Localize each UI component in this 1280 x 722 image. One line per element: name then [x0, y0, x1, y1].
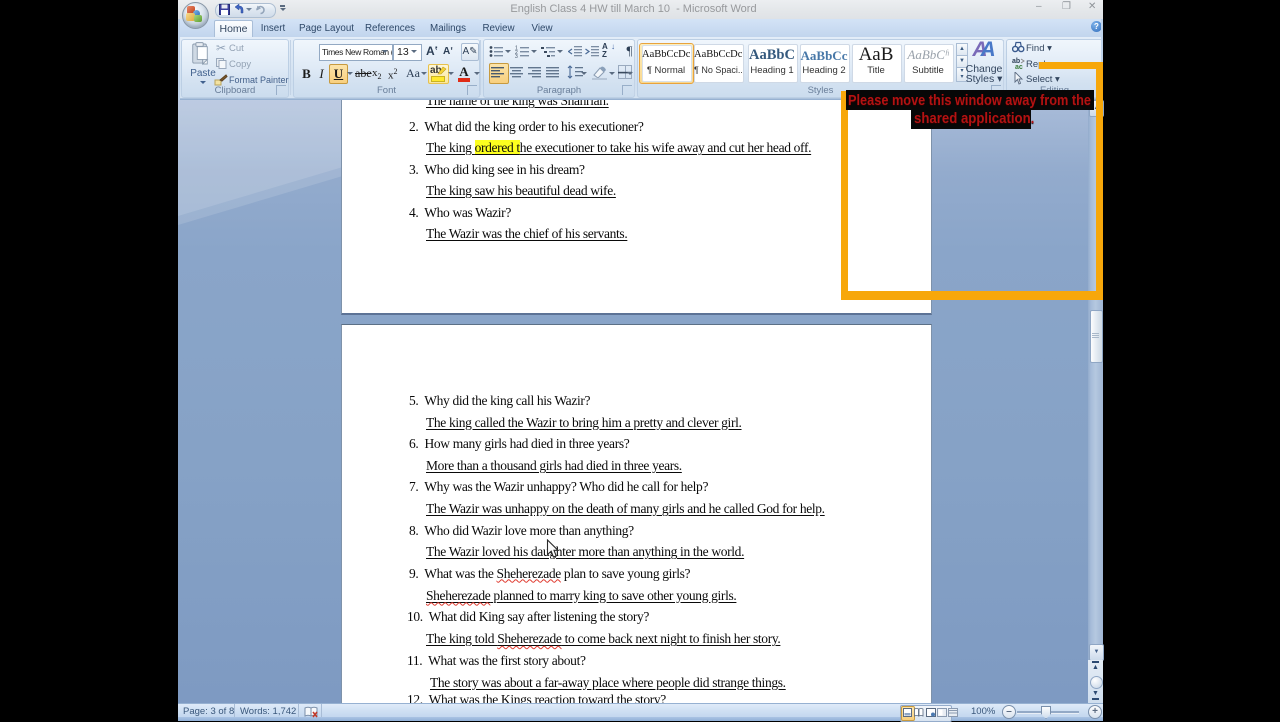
- svg-text:3: 3: [515, 54, 518, 58]
- svg-text:ac: ac: [1015, 64, 1023, 69]
